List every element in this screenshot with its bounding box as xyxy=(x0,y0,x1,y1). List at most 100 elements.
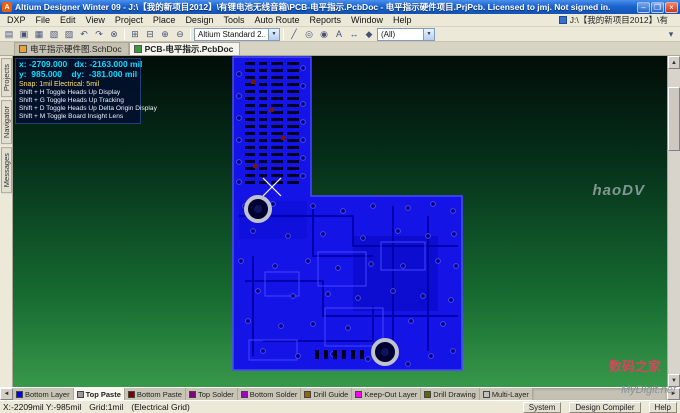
cursor-position-readout: X:-2209mil Y:-985mil xyxy=(3,402,81,412)
hud-shortcut-lens: Shift + M Toggle Board Insight Lens xyxy=(19,113,137,121)
layer-tab-bottom-paste[interactable]: Bottom Paste xyxy=(125,388,186,400)
main-toolbar: ▤ ▣ ▦ ▧ ▨ ↶ ↷ ⊗ ⊞ ⊟ ⊕ ⊖ Altium Standard … xyxy=(0,27,680,42)
vertical-scroll-thumb[interactable] xyxy=(668,87,680,151)
minimize-button[interactable]: – xyxy=(637,2,650,13)
menu-place[interactable]: Place xyxy=(148,15,181,25)
heads-up-display: x: -2709.000 dx: -2163.000 mil y: 985.00… xyxy=(15,58,141,124)
system-panels-button[interactable]: System xyxy=(523,402,562,413)
menu-bar: DXP File Edit View Project Place Design … xyxy=(0,14,680,27)
menu-edit[interactable]: Edit xyxy=(55,15,81,25)
menu-auto-route[interactable]: Auto Route xyxy=(249,15,304,25)
window-title: Altium Designer Winter 09 - J:\【我的新项目201… xyxy=(15,1,634,13)
layer-tab-label: Bottom Solder xyxy=(250,390,298,399)
layer-tab-multi-layer[interactable]: Multi-Layer xyxy=(480,388,533,400)
window-controls: – ❐ × xyxy=(637,2,678,13)
design-compiler-panels-button[interactable]: Design Compiler xyxy=(569,402,640,413)
print-icon[interactable]: ▦ xyxy=(32,28,46,41)
close-button[interactable]: × xyxy=(665,2,678,13)
layer-color-swatch xyxy=(241,391,248,398)
chevron-down-icon[interactable]: ▼ xyxy=(423,29,434,40)
hud-y-readout: y: 985.000 dy: -381.000 mil xyxy=(19,70,137,80)
tab-schdoc-label: 电平指示硬件图.SchDoc xyxy=(30,43,122,55)
filter-combo[interactable]: (All) ▼ xyxy=(377,28,435,41)
sidebar-tab-navigator[interactable]: Navigator xyxy=(1,100,12,144)
zoom-out-icon[interactable]: ⊖ xyxy=(173,28,187,41)
zoom-area-icon[interactable]: ⊟ xyxy=(143,28,157,41)
layer-tab-label: Bottom Paste xyxy=(137,390,182,399)
menu-file[interactable]: File xyxy=(31,15,56,25)
menu-tools[interactable]: Tools xyxy=(218,15,249,25)
status-bar: X:-2209mil Y:-985mil Grid:1mil (Electric… xyxy=(0,400,680,413)
redo-icon[interactable]: ↷ xyxy=(92,28,106,41)
place-dimension-icon[interactable]: ↔ xyxy=(347,28,361,41)
style-combo-value: Altium Standard 2... xyxy=(198,30,265,39)
grid-type-readout: (Electrical Grid) xyxy=(131,402,190,412)
scroll-up-icon[interactable]: ▲ xyxy=(668,56,680,69)
sidebar-tab-messages[interactable]: Messages xyxy=(1,147,12,193)
layer-tab-drill-drawing[interactable]: Drill Drawing xyxy=(421,388,480,400)
layer-tab-label: Top Paste xyxy=(86,390,121,399)
place-via-icon[interactable]: ◉ xyxy=(317,28,331,41)
hud-shortcut-heads-up: Shift + H Toggle Heads Up Display xyxy=(19,89,137,97)
project-path-text: J:\【我的新项目2012】\有 xyxy=(570,14,668,26)
layer-tab-top-paste[interactable]: Top Paste xyxy=(74,388,125,400)
undo-icon[interactable]: ↶ xyxy=(77,28,91,41)
cross-select-icon[interactable]: ⊗ xyxy=(107,28,121,41)
menu-project[interactable]: Project xyxy=(110,15,148,25)
schematic-doc-icon xyxy=(19,45,27,53)
tab-schdoc[interactable]: 电平指示硬件图.SchDoc xyxy=(14,42,129,55)
main-area: Projects Navigator Messages xyxy=(0,56,680,387)
vertical-scroll-track[interactable] xyxy=(668,69,680,374)
menu-view[interactable]: View xyxy=(81,15,110,25)
layer-tab-label: Multi-Layer xyxy=(492,390,529,399)
layer-color-swatch xyxy=(16,391,23,398)
layer-color-swatch xyxy=(128,391,135,398)
layer-scroll-left-icon[interactable]: ◄ xyxy=(0,388,13,400)
project-icon xyxy=(559,16,567,24)
vertical-scrollbar[interactable]: ▲ ▼ xyxy=(667,56,680,387)
zoom-in-icon[interactable]: ⊕ xyxy=(158,28,172,41)
hud-snap-readout: Snap: 1mil Electrical: 5mil xyxy=(19,81,137,88)
menu-help[interactable]: Help xyxy=(388,15,417,25)
maximize-button[interactable]: ❐ xyxy=(651,2,664,13)
menu-reports[interactable]: Reports xyxy=(305,15,347,25)
open-document-icon[interactable]: ▤ xyxy=(2,28,16,41)
layer-tab-bar: ◄ Bottom Layer Top Paste Bottom Paste To… xyxy=(0,387,680,400)
chevron-down-icon[interactable]: ▼ xyxy=(268,29,279,40)
layer-tab-drill-guide[interactable]: Drill Guide xyxy=(301,388,352,400)
toolbar-options-icon[interactable]: ▾ xyxy=(664,28,678,41)
save-icon[interactable]: ▣ xyxy=(17,28,31,41)
recent-documents-icon[interactable]: ▨ xyxy=(62,28,76,41)
grid-readout: Grid:1mil xyxy=(89,402,123,412)
sidebar-tab-projects[interactable]: Projects xyxy=(1,58,12,97)
tab-pcbdoc[interactable]: PCB-电平指示.PcbDoc xyxy=(129,42,241,55)
layer-tab-bottom-solder[interactable]: Bottom Solder xyxy=(238,388,302,400)
menu-design[interactable]: Design xyxy=(180,15,218,25)
layer-tab-keep-out[interactable]: Keep-Out Layer xyxy=(352,388,421,400)
title-bar: A Altium Designer Winter 09 - J:\【我的新项目2… xyxy=(0,0,680,14)
tab-pcbdoc-label: PCB-电平指示.PcbDoc xyxy=(145,43,234,55)
mounting-hole-pad-2 xyxy=(373,340,397,364)
place-string-icon[interactable]: A xyxy=(332,28,346,41)
place-line-icon[interactable]: ╱ xyxy=(287,28,301,41)
layer-tab-label: Top Solder xyxy=(198,390,234,399)
document-tab-bar: 电平指示硬件图.SchDoc PCB-电平指示.PcbDoc xyxy=(0,42,680,56)
menu-window[interactable]: Window xyxy=(346,15,388,25)
print-preview-icon[interactable]: ▧ xyxy=(47,28,61,41)
place-polygon-icon[interactable]: ◆ xyxy=(362,28,376,41)
place-pad-icon[interactable]: ◎ xyxy=(302,28,316,41)
left-panel-strip: Projects Navigator Messages xyxy=(0,56,13,387)
layer-tab-bottom-layer[interactable]: Bottom Layer xyxy=(13,388,74,400)
help-panels-button[interactable]: Help xyxy=(649,402,677,413)
pcb-canvas[interactable]: x: -2709.000 dx: -2163.000 mil y: 985.00… xyxy=(13,56,667,387)
layer-color-swatch xyxy=(424,391,431,398)
toolbar-separator xyxy=(190,29,191,40)
layer-color-swatch xyxy=(304,391,311,398)
toolbar-separator xyxy=(124,29,125,40)
zoom-fit-icon[interactable]: ⊞ xyxy=(128,28,142,41)
layer-color-swatch xyxy=(483,391,490,398)
layer-tab-top-solder[interactable]: Top Solder xyxy=(186,388,238,400)
toolbar-separator xyxy=(283,29,284,40)
menu-dxp[interactable]: DXP xyxy=(2,15,31,25)
style-combo[interactable]: Altium Standard 2... ▼ xyxy=(194,28,280,41)
